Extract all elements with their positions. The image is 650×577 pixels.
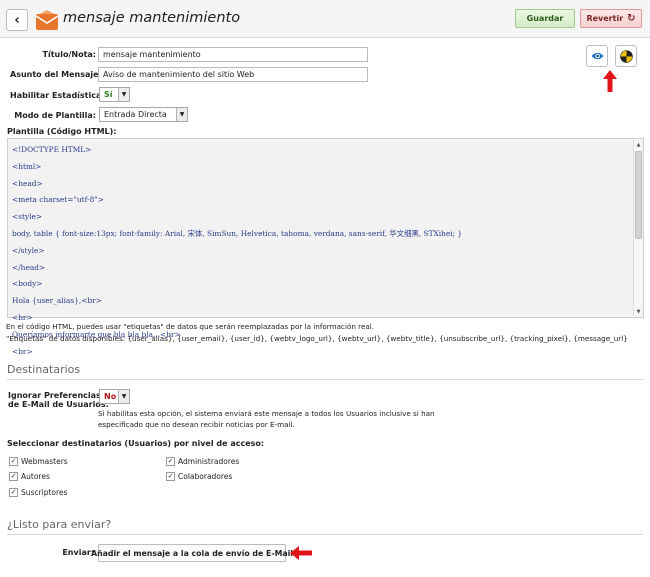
check-icon: ✓ — [166, 457, 175, 466]
template-label: Plantilla (Código HTML): — [7, 127, 117, 136]
code-line: body, table { font-size:13px; font-famil… — [12, 228, 463, 238]
checkbox-colaboradores[interactable]: ✓ Colaboradores — [166, 472, 232, 481]
recipients-section-title: Destinatarios — [7, 363, 81, 376]
code-line: </style> — [12, 245, 45, 255]
mode-select[interactable]: Entrada Directa ▼ — [99, 107, 188, 122]
checkbox-label: Autores — [21, 472, 50, 481]
code-line: <body> — [12, 279, 43, 289]
back-button[interactable]: ‹ — [6, 9, 28, 31]
section-divider — [7, 379, 643, 380]
save-button-label: Guardar — [526, 14, 564, 23]
template-code-editor[interactable]: <!DOCTYPE HTML> <html> <head> <meta char… — [7, 138, 644, 356]
ignore-prefs-label-line2: de E-Mail de Usuarios: — [8, 400, 109, 409]
checkbox-administradores[interactable]: ✓ Administradores — [166, 457, 239, 466]
scroll-up-icon[interactable]: ▲ — [634, 140, 643, 149]
preview-button[interactable] — [586, 45, 608, 67]
stats-select[interactable]: Sí ▼ — [99, 87, 130, 102]
target-icon — [619, 49, 633, 63]
test-button[interactable] — [615, 45, 637, 67]
mode-select-value: Entrada Directa — [104, 110, 167, 119]
chevron-left-icon: ‹ — [14, 12, 20, 28]
revert-button[interactable]: Revertir ↻ — [580, 9, 642, 28]
refresh-icon: ↻ — [627, 13, 636, 24]
checkbox-label: Administradores — [178, 457, 240, 466]
annotation-arrow-left-icon — [290, 546, 312, 560]
stats-select-value: Sí — [104, 90, 113, 99]
section-divider — [7, 534, 643, 535]
send-section-title: ¿Listo para enviar? — [7, 518, 112, 531]
ignore-prefs-value: No — [104, 392, 117, 401]
checkbox-suscriptores[interactable]: ✓ Suscriptores — [9, 488, 67, 497]
subject-input[interactable]: Aviso de mantenimiento del sitio Web — [98, 67, 368, 82]
checkbox-label: Suscriptores — [21, 488, 68, 497]
code-scrollbar[interactable]: ▲ ▼ — [633, 140, 642, 316]
code-line: <style> — [12, 212, 43, 222]
queue-email-button[interactable]: Añadir el mensaje a la cola de envío de … — [91, 544, 293, 562]
send-label: Enviar: — [62, 548, 94, 557]
help-text-line1: En el código HTML, puedes usar "etiqueta… — [6, 322, 375, 331]
ignore-prefs-label: Ignorar Preferencias de E-Mail de Usuari… — [8, 391, 109, 409]
annotation-arrow-up-icon — [603, 70, 617, 92]
chevron-down-icon: ▼ — [118, 390, 129, 403]
chevron-down-icon: ▼ — [118, 88, 129, 101]
checkbox-label: Webmasters — [21, 457, 68, 466]
queue-email-button-label: Añadir el mensaje a la cola de envío de … — [91, 548, 293, 558]
code-line: </head> — [12, 262, 46, 272]
check-icon: ✓ — [166, 472, 175, 481]
mode-label: Modo de Plantilla: — [14, 111, 96, 120]
ignore-help-line1: Si habilitas esta opción, el sistema env… — [98, 409, 435, 418]
scroll-down-icon[interactable]: ▼ — [634, 307, 643, 316]
help-text-line2: "Etiquetas" de datos disponibles: {user_… — [6, 334, 628, 343]
code-line: <meta charset="utf-8"> — [12, 195, 104, 205]
code-line: <br> — [12, 346, 33, 356]
stats-label: Habilitar Estadísticas: — [10, 91, 110, 100]
code-line: <html> — [12, 161, 42, 171]
check-icon: ✓ — [9, 472, 18, 481]
check-icon: ✓ — [9, 488, 18, 497]
chevron-down-icon: ▼ — [176, 108, 187, 121]
code-line: <!DOCTYPE HTML> — [12, 145, 92, 154]
checkbox-webmasters[interactable]: ✓ Webmasters — [9, 457, 68, 466]
subject-label: Asunto del Mensaje: — [10, 70, 102, 79]
page-title: mensaje mantenimiento — [63, 10, 241, 26]
revert-button-label: Revertir — [586, 14, 624, 23]
title-input[interactable]: mensaje mantenimiento — [98, 47, 368, 62]
ignore-prefs-label-line1: Ignorar Preferencias — [8, 391, 101, 400]
check-icon: ✓ — [9, 457, 18, 466]
checkbox-label: Colaboradores — [178, 472, 233, 481]
access-levels-title: Seleccionar destinatarios (Usuarios) por… — [7, 439, 265, 448]
code-line: <head> — [12, 178, 43, 188]
title-label: Título/Nota: — [42, 50, 97, 59]
envelope-icon — [35, 10, 59, 30]
scroll-thumb[interactable] — [635, 151, 642, 239]
eye-icon — [591, 52, 603, 60]
save-button[interactable]: Guardar — [515, 9, 575, 28]
code-line: Hola {user_alias},<br> — [12, 296, 102, 306]
ignore-help-line2: especificado que no desean recibir notic… — [98, 420, 295, 429]
checkbox-autores[interactable]: ✓ Autores — [9, 472, 50, 481]
ignore-prefs-select[interactable]: No ▼ — [99, 389, 130, 404]
